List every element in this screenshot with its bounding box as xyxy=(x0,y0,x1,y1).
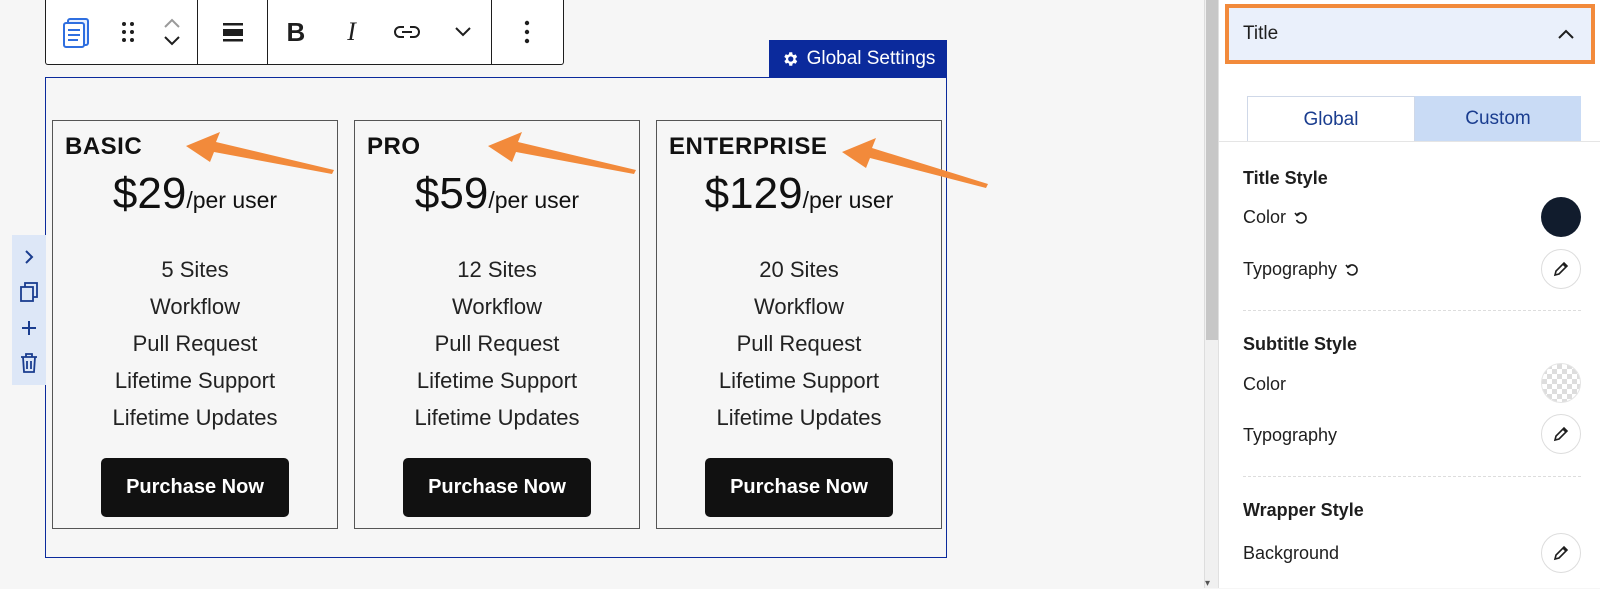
copy-icon[interactable] xyxy=(17,280,41,304)
toolbar-group-format: B I xyxy=(268,0,492,64)
global-settings-label: Global Settings xyxy=(806,47,936,69)
pencil-icon xyxy=(1553,261,1569,277)
plan-title[interactable]: PRO xyxy=(367,133,421,161)
price-period: /per user xyxy=(488,187,580,213)
subtitle-color-row: Color xyxy=(1243,374,1286,395)
wrapper-background-edit-button[interactable] xyxy=(1541,533,1581,573)
annotation-arrow-icon xyxy=(186,132,334,174)
price-period: /per user xyxy=(186,187,278,213)
move-buttons xyxy=(148,0,196,64)
feature-item: Workflow xyxy=(149,294,241,319)
reset-icon[interactable] xyxy=(1294,211,1308,225)
price-amount: $29 xyxy=(112,169,187,218)
feature-item: Lifetime Updates xyxy=(414,405,580,430)
plan-title[interactable]: BASIC xyxy=(65,133,142,161)
title-color-label: Color xyxy=(1243,207,1287,227)
pencil-icon xyxy=(1553,426,1569,442)
scrollbar-thumb[interactable] xyxy=(1206,0,1218,340)
chevron-up-icon xyxy=(1558,29,1574,39)
title-typography-label: Typography xyxy=(1243,259,1338,279)
subtitle-typography-edit-button[interactable] xyxy=(1541,414,1581,454)
settings-sidebar: Title Global Custom Title Style Color Ty… xyxy=(1218,0,1600,588)
move-down-icon[interactable] xyxy=(163,36,181,46)
price-amount: $129 xyxy=(704,169,803,218)
feature-item: Lifetime Updates xyxy=(112,405,278,430)
title-style-heading: Title Style xyxy=(1243,168,1328,188)
more-formatting-icon[interactable] xyxy=(438,0,488,64)
gear-icon xyxy=(783,51,797,66)
purchase-button[interactable]: Purchase Now xyxy=(101,458,289,517)
feature-item: 20 Sites xyxy=(759,257,839,282)
expand-icon[interactable] xyxy=(17,245,41,269)
title-color-row: Color xyxy=(1243,207,1308,228)
plan-title[interactable]: ENTERPRISE xyxy=(669,133,827,161)
scroll-down-icon[interactable]: ▾ xyxy=(1205,578,1210,589)
bold-icon[interactable]: B xyxy=(271,0,321,64)
subtitle-typography-label: Typography xyxy=(1243,425,1338,445)
add-icon[interactable] xyxy=(17,316,41,340)
title-typography-row: Typography xyxy=(1243,259,1359,280)
tabs-divider xyxy=(1219,141,1600,142)
feature-list: 12 Sites Workflow Pull Request Lifetime … xyxy=(355,251,639,436)
feature-item: Lifetime Support xyxy=(416,368,578,393)
subtitle-color-swatch[interactable] xyxy=(1541,363,1581,403)
subtitle-style-heading: Subtitle Style xyxy=(1243,334,1358,354)
block-icon[interactable] xyxy=(46,0,108,64)
feature-list: 20 Sites Workflow Pull Request Lifetime … xyxy=(657,251,941,436)
toolbar-group-align xyxy=(198,0,268,64)
options-icon[interactable] xyxy=(502,0,552,64)
editor-scrollbar[interactable] xyxy=(1204,0,1218,588)
annotation-arrow-icon xyxy=(488,132,636,174)
global-settings-button[interactable]: Global Settings xyxy=(769,40,947,77)
pencil-icon xyxy=(1553,545,1569,561)
style-tabs: Global Custom xyxy=(1247,96,1581,142)
block-toolbar: B I xyxy=(45,0,564,65)
feature-list: 5 Sites Workflow Pull Request Lifetime S… xyxy=(53,251,337,436)
align-icon[interactable] xyxy=(203,0,263,64)
purchase-button[interactable]: Purchase Now xyxy=(705,458,893,517)
feature-item: Lifetime Updates xyxy=(716,405,882,430)
price-amount: $59 xyxy=(414,169,489,218)
link-icon[interactable] xyxy=(382,0,432,64)
toolbar-group-block xyxy=(46,0,198,64)
title-color-swatch[interactable] xyxy=(1541,197,1581,237)
purchase-button[interactable]: Purchase Now xyxy=(403,458,591,517)
italic-icon[interactable]: I xyxy=(327,0,377,64)
wrapper-background-label: Background xyxy=(1243,543,1340,563)
feature-item: Workflow xyxy=(451,294,543,319)
toolbar-group-options xyxy=(492,0,562,64)
title-panel-toggle[interactable]: Title xyxy=(1225,4,1595,64)
annotation-arrow-icon xyxy=(842,138,988,188)
drag-handle-icon[interactable] xyxy=(108,0,148,64)
subtitle-color-label: Color xyxy=(1243,374,1287,394)
title-typography-edit-button[interactable] xyxy=(1541,249,1581,289)
section-divider xyxy=(1243,476,1581,477)
feature-item: Lifetime Support xyxy=(114,368,276,393)
feature-item: 12 Sites xyxy=(457,257,537,282)
pricing-card-basic: BASIC $29/per user 5 Sites Workflow Pull… xyxy=(52,120,338,529)
reset-icon[interactable] xyxy=(1345,263,1359,277)
editor-canvas: B I Global Settings BASIC $29/per user 5… xyxy=(0,0,1204,588)
subtitle-typography-row: Typography xyxy=(1243,425,1337,446)
pricing-card-pro: PRO $59/per user 12 Sites Workflow Pull … xyxy=(354,120,640,529)
feature-item: Workflow xyxy=(753,294,845,319)
panel-title: Title xyxy=(1243,23,1279,44)
feature-item: 5 Sites xyxy=(161,257,229,282)
delete-icon[interactable] xyxy=(17,351,41,375)
feature-item: Pull Request xyxy=(434,331,560,356)
tab-global[interactable]: Global xyxy=(1247,96,1415,142)
feature-item: Pull Request xyxy=(132,331,258,356)
feature-item: Lifetime Support xyxy=(718,368,880,393)
wrapper-style-heading: Wrapper Style xyxy=(1243,500,1364,520)
section-divider xyxy=(1243,310,1581,311)
tab-custom[interactable]: Custom xyxy=(1415,96,1581,142)
block-side-tools xyxy=(12,235,46,385)
wrapper-background-row: Background xyxy=(1243,543,1339,564)
move-up-icon[interactable] xyxy=(163,18,181,28)
feature-item: Pull Request xyxy=(736,331,862,356)
